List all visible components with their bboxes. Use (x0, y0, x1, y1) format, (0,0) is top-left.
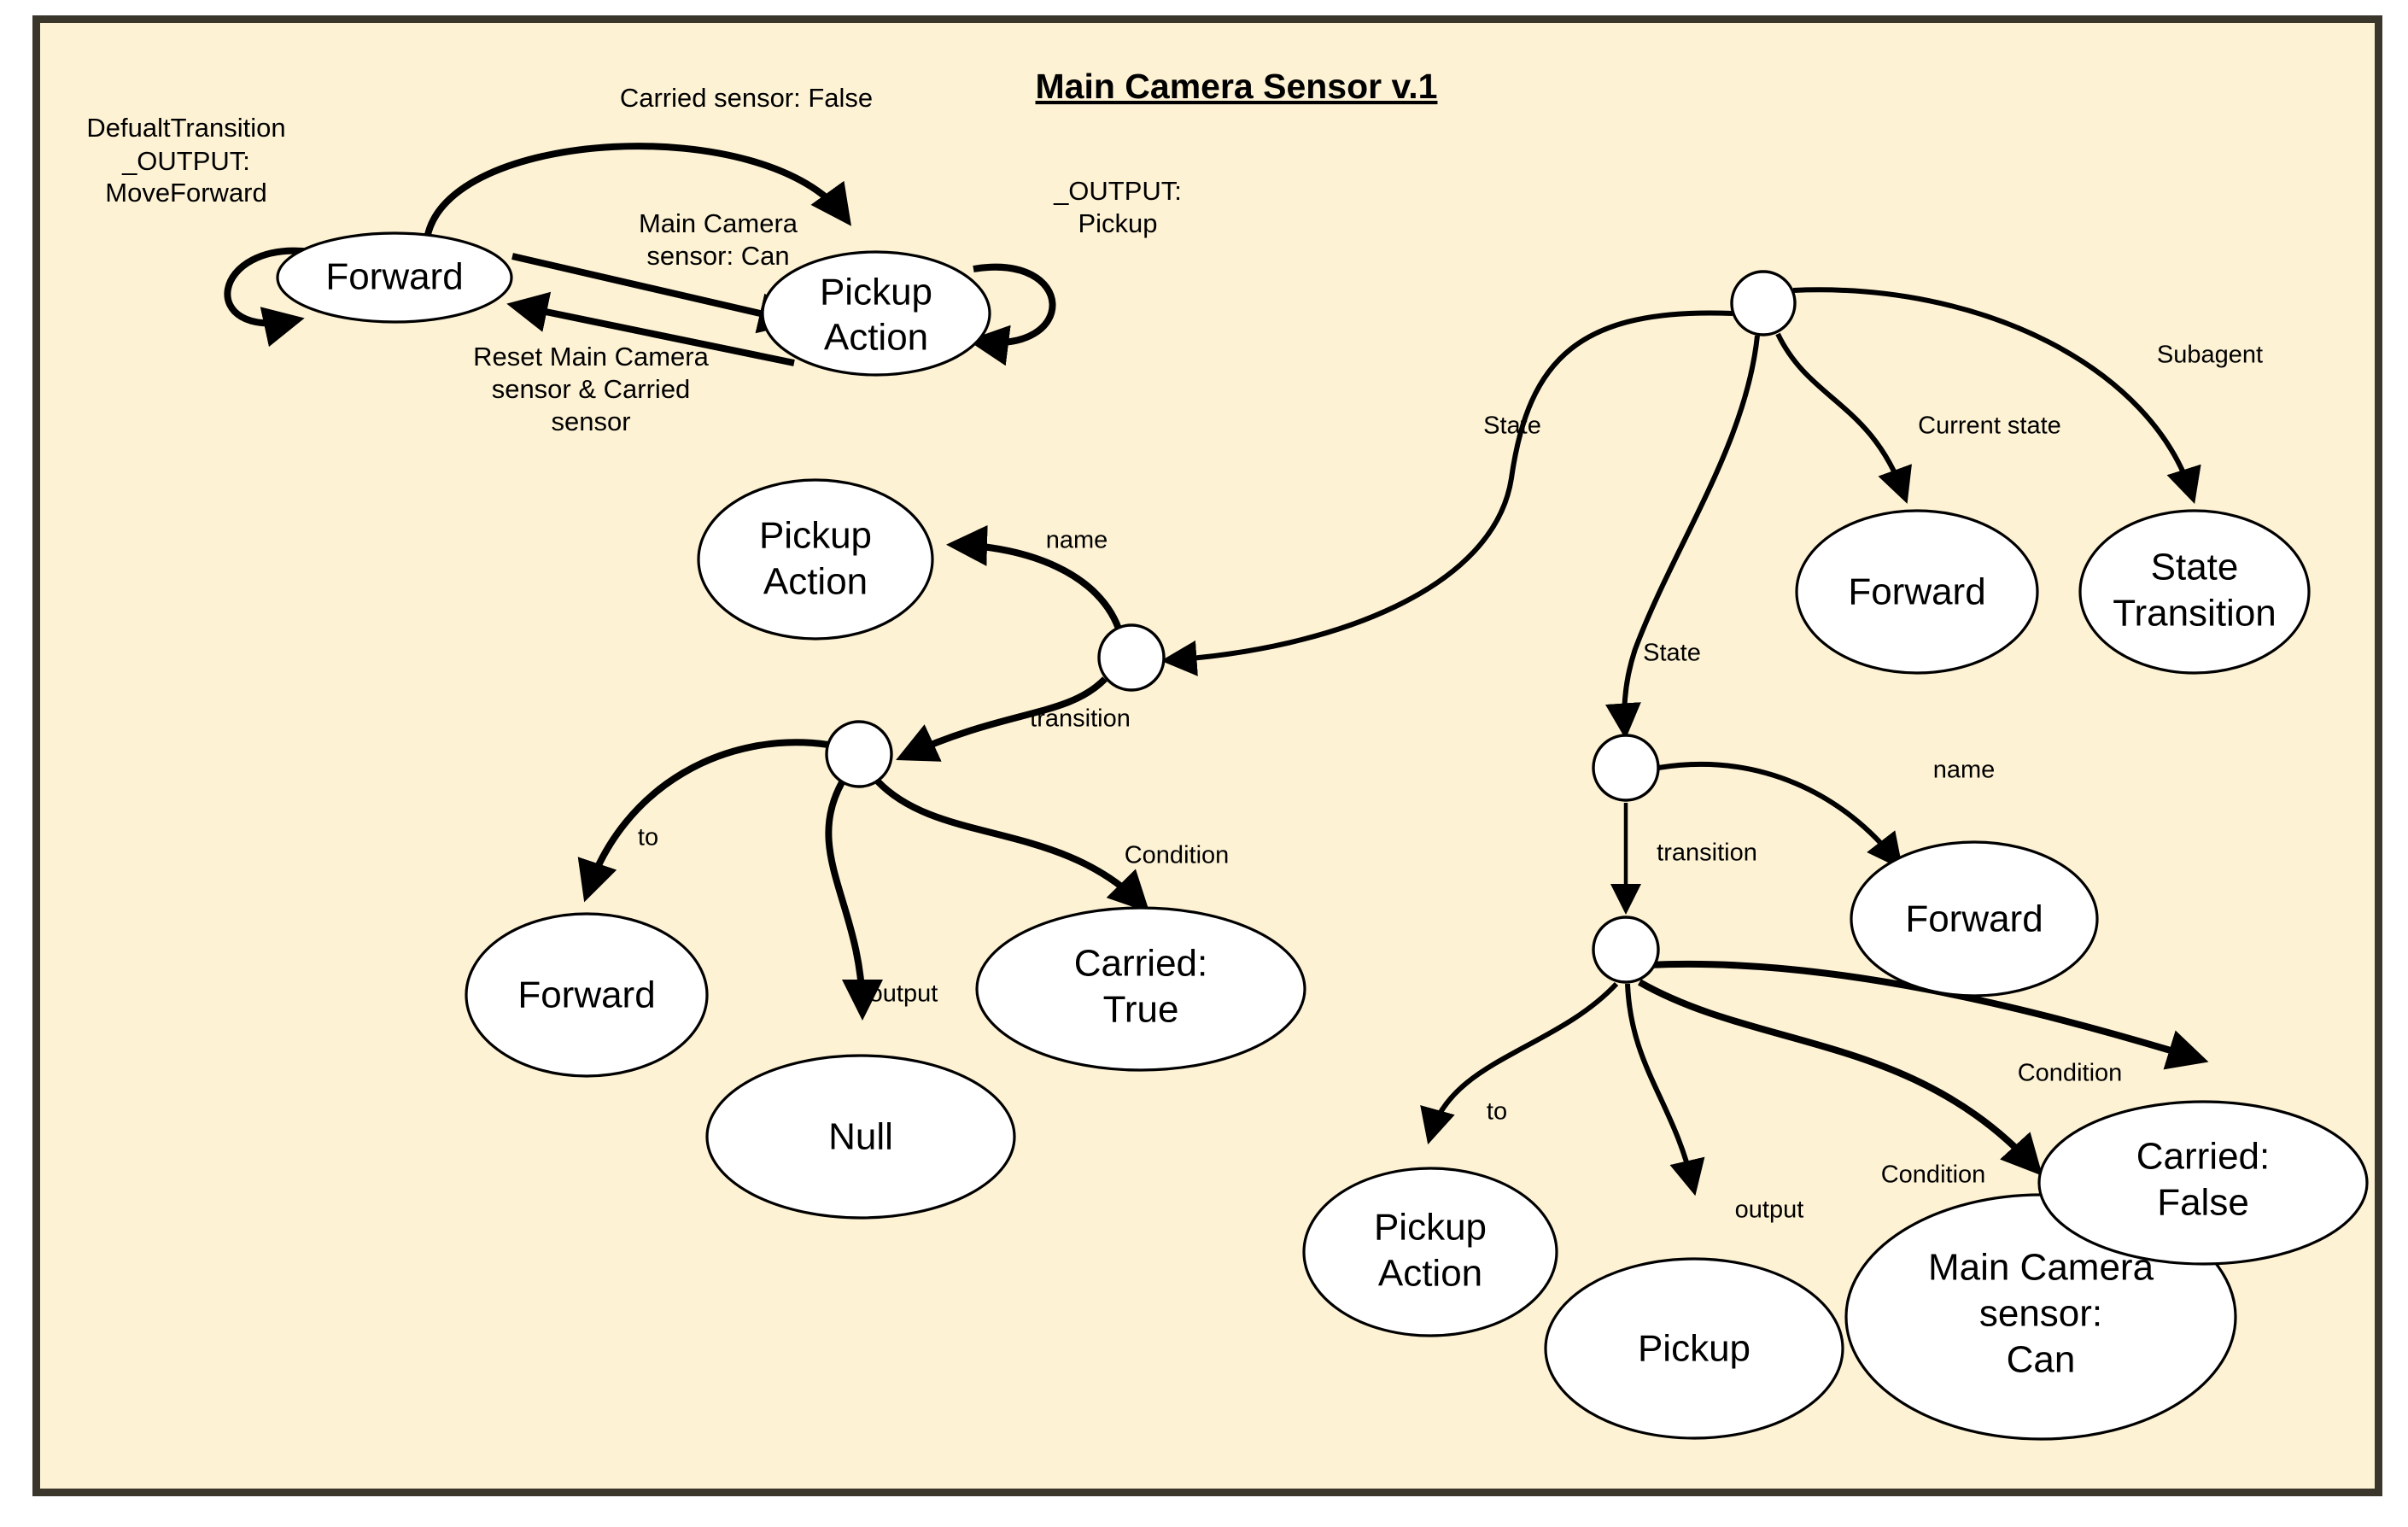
state-node-pickup-action-label-line1: Pickup (820, 272, 932, 313)
edge-label-root-to-current-state: Current state (1918, 412, 2061, 440)
state-node-pickup-action-label-line2: Action (824, 317, 928, 359)
node-main-camera-sensor-can-label-line3: Can (2007, 1339, 2076, 1381)
left-transition-junction-node[interactable] (825, 720, 893, 788)
label-reset-sensor-line3: sensor (551, 407, 630, 436)
edge-right-output (1625, 983, 1705, 1196)
edge-label-right-name: name (1933, 757, 1996, 784)
root-junction-node[interactable] (1730, 270, 1797, 336)
edge-label-root-to-left-state: State (1483, 412, 1541, 440)
label-reset-sensor-line1: Reset Main Camera (473, 342, 709, 372)
edge-label-right-condition-1: Condition (1881, 1161, 1986, 1189)
label-output-pickup-line1: _OUTPUT: (1053, 176, 1182, 206)
node-carried-false-label-line2: False (2157, 1182, 2249, 1224)
node-pickup-action-to-label-line2: Action (1378, 1253, 1482, 1295)
edge-label-right-to: to (1487, 1098, 1507, 1126)
edge-left-condition (875, 779, 1150, 913)
right-transition-junction-node[interactable] (1592, 916, 1660, 984)
node-pickup-action-name-label-line2: Action (763, 561, 868, 603)
label-reset-sensor-line2: sensor & Carried (492, 374, 691, 404)
edge-root-to-subagent (1792, 287, 2201, 505)
edge-left-to (577, 739, 829, 903)
left-state-junction-node[interactable] (1097, 623, 1166, 692)
node-null-output-label: Null (828, 1116, 893, 1158)
node-state-transition-label-line1: State (2151, 547, 2239, 588)
edge-right-condition-main-camera (1638, 979, 2043, 1176)
label-default-transition-line2: _OUTPUT: (121, 146, 250, 176)
node-pickup-output-label: Pickup (1638, 1328, 1750, 1370)
node-carried-true-label-line1: Carried: (1074, 943, 1208, 985)
node-forward-to-label: Forward (517, 974, 655, 1016)
node-pickup-action-name[interactable] (697, 478, 934, 641)
node-main-camera-sensor-can-label-line2: sensor: (1979, 1293, 2102, 1335)
page-title: Main Camera Sensor v.1 (1036, 67, 1438, 106)
node-forward-name-label: Forward (1905, 898, 2043, 940)
edge-left-output (825, 781, 883, 1021)
edge-left-name (946, 524, 1124, 635)
edge-root-to-left-state (1160, 310, 1733, 676)
node-carried-false-label-line1: Carried: (2136, 1136, 2271, 1178)
edge-label-left-condition: Condition (1125, 842, 1230, 869)
node-carried-true-label-line2: True (1103, 989, 1179, 1031)
edge-label-right-condition-2: Condition (2018, 1060, 2123, 1087)
node-pickup-action-name-label-line1: Pickup (759, 515, 872, 557)
label-carried-sensor-false: Carried sensor: False (620, 83, 873, 113)
label-main-camera-sensor-can-line2: sensor: Can (646, 241, 789, 271)
label-main-camera-sensor-can-line1: Main Camera (639, 208, 798, 238)
diagram-canvas: Main Camera Sensor v.1 Forward Pickup Ac… (86, 67, 2369, 1441)
edge-label-right-output: output (1735, 1196, 1804, 1224)
edge-label-root-to-right-state: State (1643, 640, 1701, 667)
label-default-transition-line1: DefualtTransition (86, 113, 285, 143)
edge-label-left-name: name (1046, 527, 1108, 554)
label-default-transition-line3: MoveForward (105, 178, 267, 208)
edge-right-to (1420, 981, 1619, 1145)
node-forward-current-state-label: Forward (1848, 571, 1985, 613)
edge-label-left-transition: transition (1030, 705, 1131, 733)
node-state-transition-label-line2: Transition (2113, 593, 2276, 635)
edge-root-to-current-state (1775, 332, 1912, 504)
edge-label-root-to-subagent: Subagent (2157, 342, 2263, 369)
edge-root-to-right-state (1604, 335, 1760, 740)
node-pickup-action-to-label-line1: Pickup (1374, 1207, 1487, 1249)
state-node-forward-label: Forward (325, 256, 463, 298)
edge-label-right-transition: transition (1657, 840, 1757, 867)
right-state-junction-node[interactable] (1592, 734, 1660, 802)
label-output-pickup-line2: Pickup (1078, 208, 1157, 238)
edge-label-left-output: output (869, 980, 938, 1008)
edge-label-left-to: to (638, 824, 658, 851)
